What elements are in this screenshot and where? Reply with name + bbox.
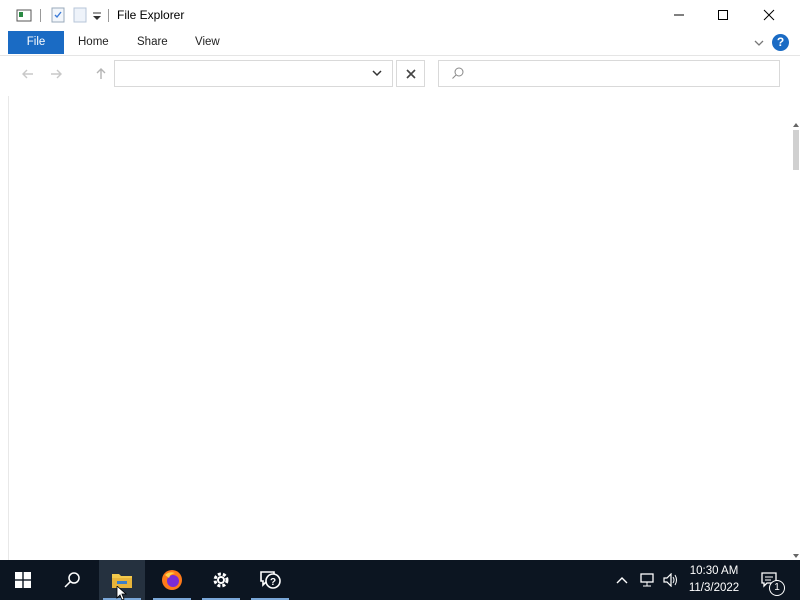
- clock-date: 11/3/2022: [688, 582, 740, 594]
- taskbar-firefox[interactable]: [149, 560, 195, 600]
- expand-ribbon-icon[interactable]: [752, 36, 766, 50]
- taskbar-search-button[interactable]: [49, 560, 95, 600]
- maximize-button[interactable]: [700, 0, 746, 30]
- gear-icon: [213, 572, 229, 588]
- network-icon[interactable]: [637, 560, 657, 600]
- minimize-button[interactable]: [656, 0, 702, 30]
- scroll-up-icon[interactable]: [792, 118, 800, 128]
- close-button[interactable]: [746, 0, 792, 30]
- up-arrow-icon[interactable]: [91, 66, 111, 86]
- scrollbar-thumb[interactable]: [793, 130, 799, 170]
- clock-time: 10:30 AM: [689, 565, 739, 577]
- scroll-down-icon[interactable]: [792, 549, 800, 559]
- forward-arrow-icon[interactable]: [46, 66, 66, 86]
- title-separator: [108, 9, 109, 22]
- customize-toolbar-dropdown-icon[interactable]: [91, 7, 107, 23]
- content-area-divider: [8, 96, 9, 560]
- tab-share[interactable]: Share: [125, 31, 180, 54]
- tab-view[interactable]: View: [183, 31, 232, 54]
- window-title: File Explorer: [117, 8, 185, 22]
- file-explorer-app-icon[interactable]: [16, 7, 32, 23]
- action-center-button[interactable]: 1: [755, 560, 785, 600]
- new-folder-icon[interactable]: [72, 7, 88, 23]
- feedback-hub-icon: ?: [260, 571, 281, 589]
- address-bar[interactable]: [114, 60, 393, 87]
- firefox-icon: [162, 570, 182, 590]
- taskbar-clock[interactable]: 10:30 AM 11/3/2022: [686, 563, 742, 597]
- svg-text:?: ?: [270, 577, 276, 588]
- taskbar-settings[interactable]: [198, 560, 244, 600]
- show-hidden-icons-button[interactable]: [613, 560, 631, 600]
- back-arrow-icon[interactable]: [18, 66, 38, 86]
- search-icon: [451, 66, 465, 83]
- clear-address-button[interactable]: [396, 60, 425, 87]
- help-icon[interactable]: ?: [772, 34, 789, 51]
- start-button[interactable]: [0, 560, 46, 600]
- tab-file[interactable]: File: [8, 31, 64, 54]
- navigation-bar: [0, 56, 800, 96]
- mouse-pointer-icon: [116, 585, 128, 601]
- properties-icon[interactable]: [50, 7, 66, 23]
- chevron-up-icon: [616, 577, 628, 584]
- search-input[interactable]: [438, 60, 780, 87]
- tab-home[interactable]: Home: [66, 31, 121, 54]
- volume-icon[interactable]: [659, 560, 681, 600]
- quick-access-separator: [40, 9, 41, 22]
- close-icon: [405, 68, 416, 79]
- windows-logo-icon: [15, 572, 31, 588]
- notification-count-badge: 1: [769, 580, 785, 596]
- search-icon: [64, 572, 80, 588]
- chevron-down-icon[interactable]: [370, 66, 384, 80]
- taskbar-feedback-hub[interactable]: ?: [247, 560, 293, 600]
